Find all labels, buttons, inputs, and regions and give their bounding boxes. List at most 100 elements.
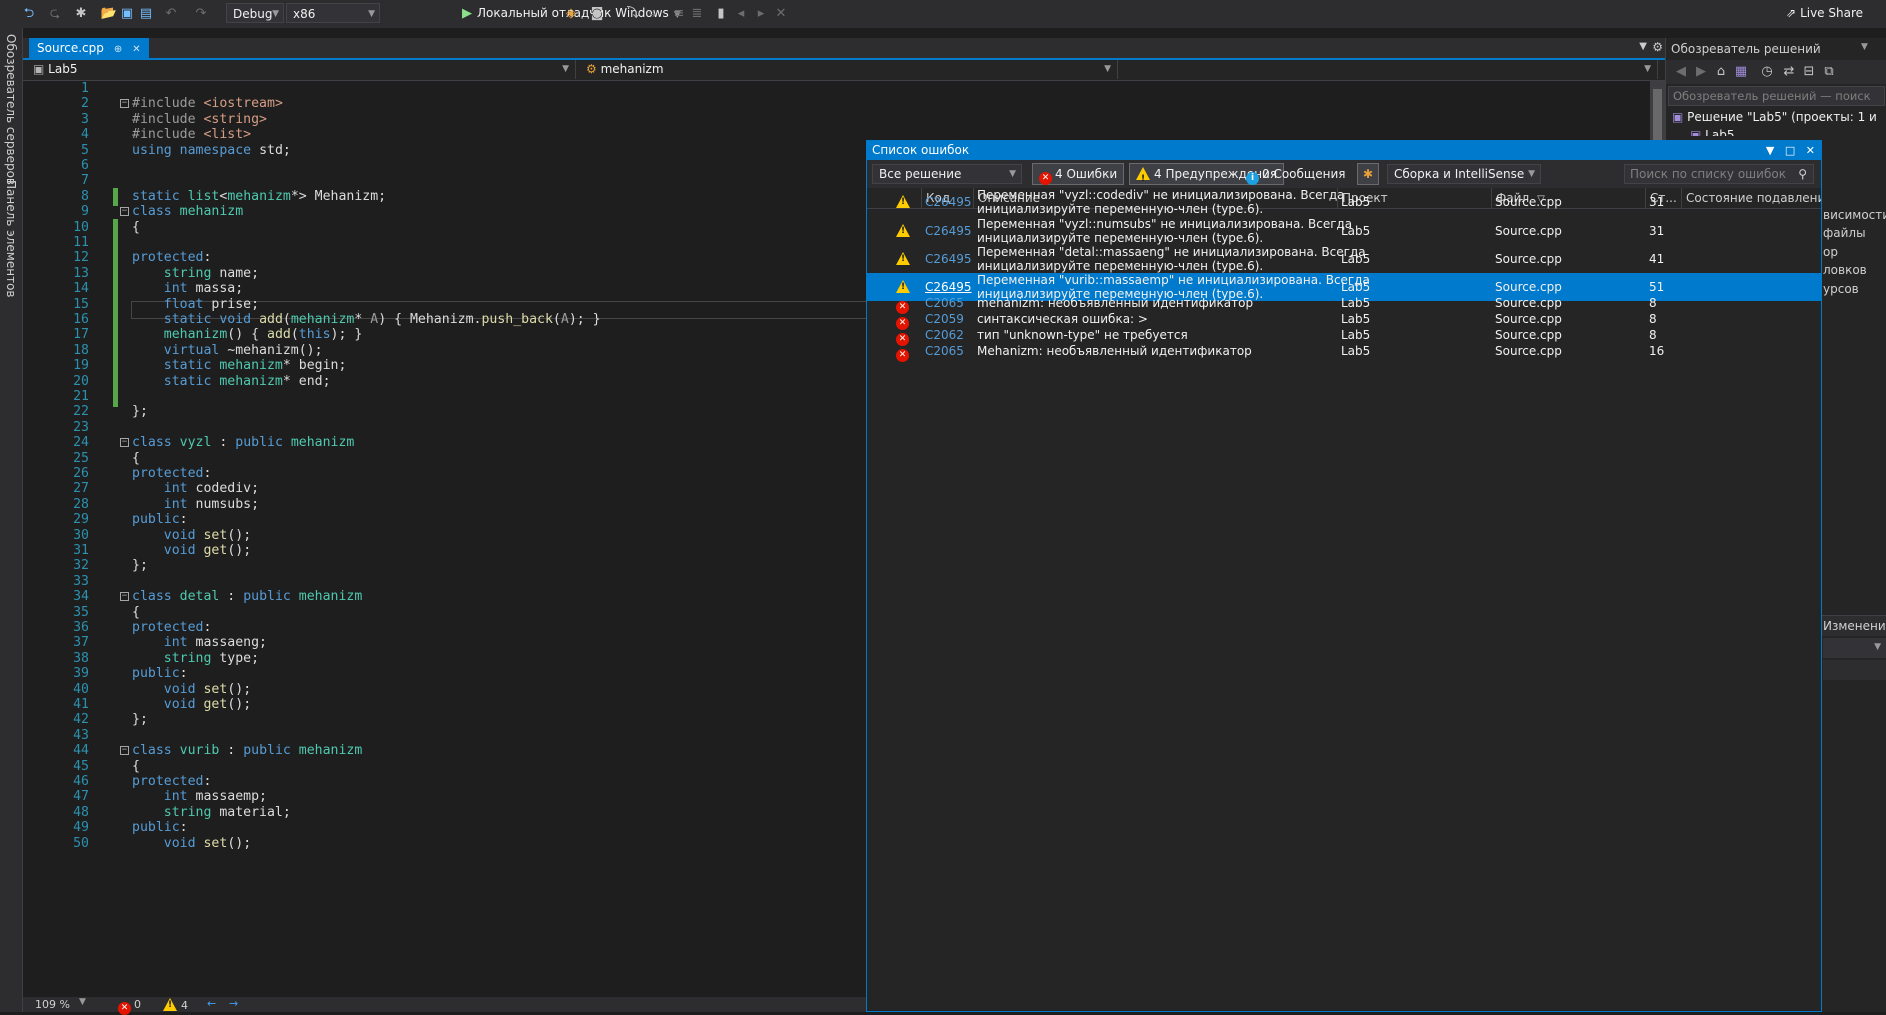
tab-dropdown-icon[interactable]: ▼ <box>1639 41 1647 52</box>
tree-item[interactable]: висимости <box>1823 206 1886 224</box>
error-list-row[interactable]: ! C26495 Переменная "vyzl::numsubs" не ини… <box>867 217 1821 245</box>
source-select[interactable]: Сборка и IntelliSense ▼ <box>1387 164 1541 184</box>
configuration-select[interactable]: Debug ▼ <box>226 3 284 23</box>
error-list-row[interactable]: ! C26495 Переменная "detal::massaeng" не и… <box>867 245 1821 273</box>
error-code-link[interactable]: C26495 <box>925 195 972 209</box>
class-icon: ⚙ <box>586 62 601 76</box>
redo-icon[interactable]: ↷ <box>192 5 210 23</box>
tree-item[interactable]: урсов <box>1823 280 1886 298</box>
close-icon[interactable]: ✕ <box>132 44 140 55</box>
scope-select[interactable]: Все решение ▼ <box>872 164 1022 184</box>
server-explorer-tab[interactable]: Обозреватель серверов <box>4 34 18 185</box>
screenshot-icon[interactable]: ◙ <box>588 5 606 23</box>
function-scope-select[interactable]: ▼ <box>1118 60 1658 79</box>
error-list-row[interactable]: ✕ C2065 Mehanizm: необъявленный идентифика… <box>867 343 1821 362</box>
build-filter-toggle[interactable]: ✱ <box>1357 163 1379 185</box>
save-icon[interactable]: ▣ <box>118 5 136 23</box>
tree-item[interactable]: файлы <box>1823 224 1886 242</box>
fold-toggle-icon[interactable]: − <box>120 746 129 756</box>
clear-bookmarks-icon[interactable]: ✕ <box>772 5 790 23</box>
browser-link-icon[interactable]: ◈ <box>562 5 580 23</box>
tab-source-cpp[interactable]: Source.cpp ⊕ ✕ <box>29 38 149 58</box>
error-code-link[interactable]: C26495 <box>925 224 972 238</box>
new-project-icon[interactable]: ✱ <box>72 5 90 23</box>
home-icon[interactable]: ⌂ <box>1712 63 1730 81</box>
error-code-link[interactable]: C26495 <box>925 252 972 266</box>
settings-gear-icon[interactable]: ⚙ <box>1652 40 1663 54</box>
error-list-row[interactable]: ! C26495 Переменная "vyzl::codediv" не ини… <box>867 188 1821 216</box>
error-icon: ✕ <box>118 1002 131 1015</box>
back-icon[interactable]: ◀ <box>1672 63 1690 81</box>
error-list-row[interactable]: ✕ C2059 синтаксическая ошибка: > Lab5 Source… <box>867 311 1821 330</box>
step-into-icon[interactable]: ⤵ <box>624 5 642 23</box>
error-code-link[interactable]: C2065 <box>925 296 964 310</box>
next-issue-icon[interactable]: → <box>229 997 238 1010</box>
changes-branch-select[interactable]: ▼ <box>1823 638 1886 658</box>
error-line: 41 <box>1649 252 1665 266</box>
toolbox-tab[interactable]: Панель элементов <box>4 180 18 298</box>
error-list-titlebar[interactable]: Список ошибок ▼ □ ✕ <box>867 141 1821 160</box>
changes-input[interactable] <box>1823 660 1886 680</box>
error-list-row[interactable]: ✕ C2062 тип "unknown-type" не требуется Lab… <box>867 327 1821 346</box>
fold-toggle-icon[interactable]: − <box>120 99 129 109</box>
error-file: Source.cpp <box>1495 252 1562 266</box>
switch-views-icon[interactable]: ▦ <box>1732 63 1750 81</box>
error-code-link[interactable]: C2065 <box>925 344 964 358</box>
zoom-level[interactable]: 109 % <box>35 998 70 1011</box>
save-all-icon[interactable]: ▤ <box>137 5 155 23</box>
show-all-files-icon[interactable]: ⧉ <box>1820 63 1838 81</box>
play-icon: ▶ <box>462 6 472 21</box>
panel-menu-icon[interactable]: ▼ <box>1861 42 1868 52</box>
zoom-dropdown-icon[interactable]: ▼ <box>79 997 86 1007</box>
scroll-thumb[interactable] <box>1653 89 1662 144</box>
errors-filter-toggle[interactable]: ✕ 4 Ошибки <box>1032 163 1125 185</box>
error-description: синтаксическая ошибка: > <box>977 312 1148 326</box>
project-node[interactable]: ▣ Lab5 <box>1690 128 1734 136</box>
error-list-window: Список ошибок ▼ □ ✕ Все решение ▼ ✕ 4 Ошиб… <box>866 140 1822 1012</box>
messages-filter-toggle[interactable]: i0 Сообщения <box>1239 163 1352 185</box>
pin-icon[interactable]: ⊕ <box>114 44 122 55</box>
step-over-icon[interactable]: ⤷ <box>643 5 661 23</box>
prev-bookmark-icon[interactable]: ◂ <box>732 5 750 23</box>
platform-select[interactable]: x86 ▼ <box>286 3 380 23</box>
maximize-icon[interactable]: □ <box>1785 144 1795 157</box>
next-bookmark-icon[interactable]: ▸ <box>752 5 770 23</box>
error-line: 8 <box>1649 312 1657 326</box>
project-scope-select[interactable]: ▣ Lab5 ▼ <box>23 60 576 79</box>
error-code-link[interactable]: C2062 <box>925 328 964 342</box>
window-menu-icon[interactable]: ▼ <box>1766 144 1774 157</box>
error-project: Lab5 <box>1341 280 1371 294</box>
error-file: Source.cpp <box>1495 296 1562 310</box>
collapse-all-icon[interactable]: ⊟ <box>1800 63 1818 81</box>
live-share-button[interactable]: ⇗ Live Share <box>1786 6 1863 20</box>
tree-item[interactable]: ор <box>1823 243 1886 261</box>
sync-icon[interactable]: ⇄ <box>1780 63 1798 81</box>
tree-item[interactable]: ловков <box>1823 261 1886 279</box>
warning-indicator[interactable]: ! 4 <box>163 998 188 1012</box>
fold-toggle-icon[interactable]: − <box>120 207 129 217</box>
error-project: Lab5 <box>1341 328 1371 342</box>
bookmark-icon[interactable]: ▮ <box>712 5 730 23</box>
fold-toggle-icon[interactable]: − <box>120 438 129 448</box>
member-scope-select[interactable]: ⚙ mehanizm ▼ <box>576 60 1118 79</box>
comment-icon[interactable]: ≡ <box>670 5 688 23</box>
close-icon[interactable]: ✕ <box>1806 144 1815 157</box>
error-code-link[interactable]: C26495 <box>925 280 972 294</box>
back-icon[interactable]: ⮌ <box>20 5 38 23</box>
error-list-row[interactable]: ✕ C2065 mehanizm: необъявленный идентифика… <box>867 295 1821 314</box>
open-file-icon[interactable]: 📂 <box>100 5 118 23</box>
forward-icon[interactable]: ⮎ <box>46 5 64 23</box>
error-code-link[interactable]: C2059 <box>925 312 964 326</box>
error-indicator[interactable]: ✕ 0 <box>118 998 141 1015</box>
pending-changes-icon[interactable]: ◷ <box>1758 63 1776 81</box>
forward-icon[interactable]: ▶ <box>1692 63 1710 81</box>
prev-issue-icon[interactable]: ← <box>207 997 216 1010</box>
search-icon[interactable]: ⚲ <box>1798 165 1807 183</box>
error-project: Lab5 <box>1341 252 1371 266</box>
error-search-input[interactable]: Поиск по списку ошибок ⚲ <box>1624 164 1814 184</box>
solution-search-input[interactable]: Обозреватель решений — поиск <box>1668 86 1885 106</box>
undo-icon[interactable]: ↶ <box>162 5 180 23</box>
uncomment-icon[interactable]: ≣ <box>688 5 706 23</box>
fold-toggle-icon[interactable]: − <box>120 592 129 602</box>
solution-root-node[interactable]: ▣ Решение "Lab5" (проекты: 1 и <box>1672 110 1877 124</box>
